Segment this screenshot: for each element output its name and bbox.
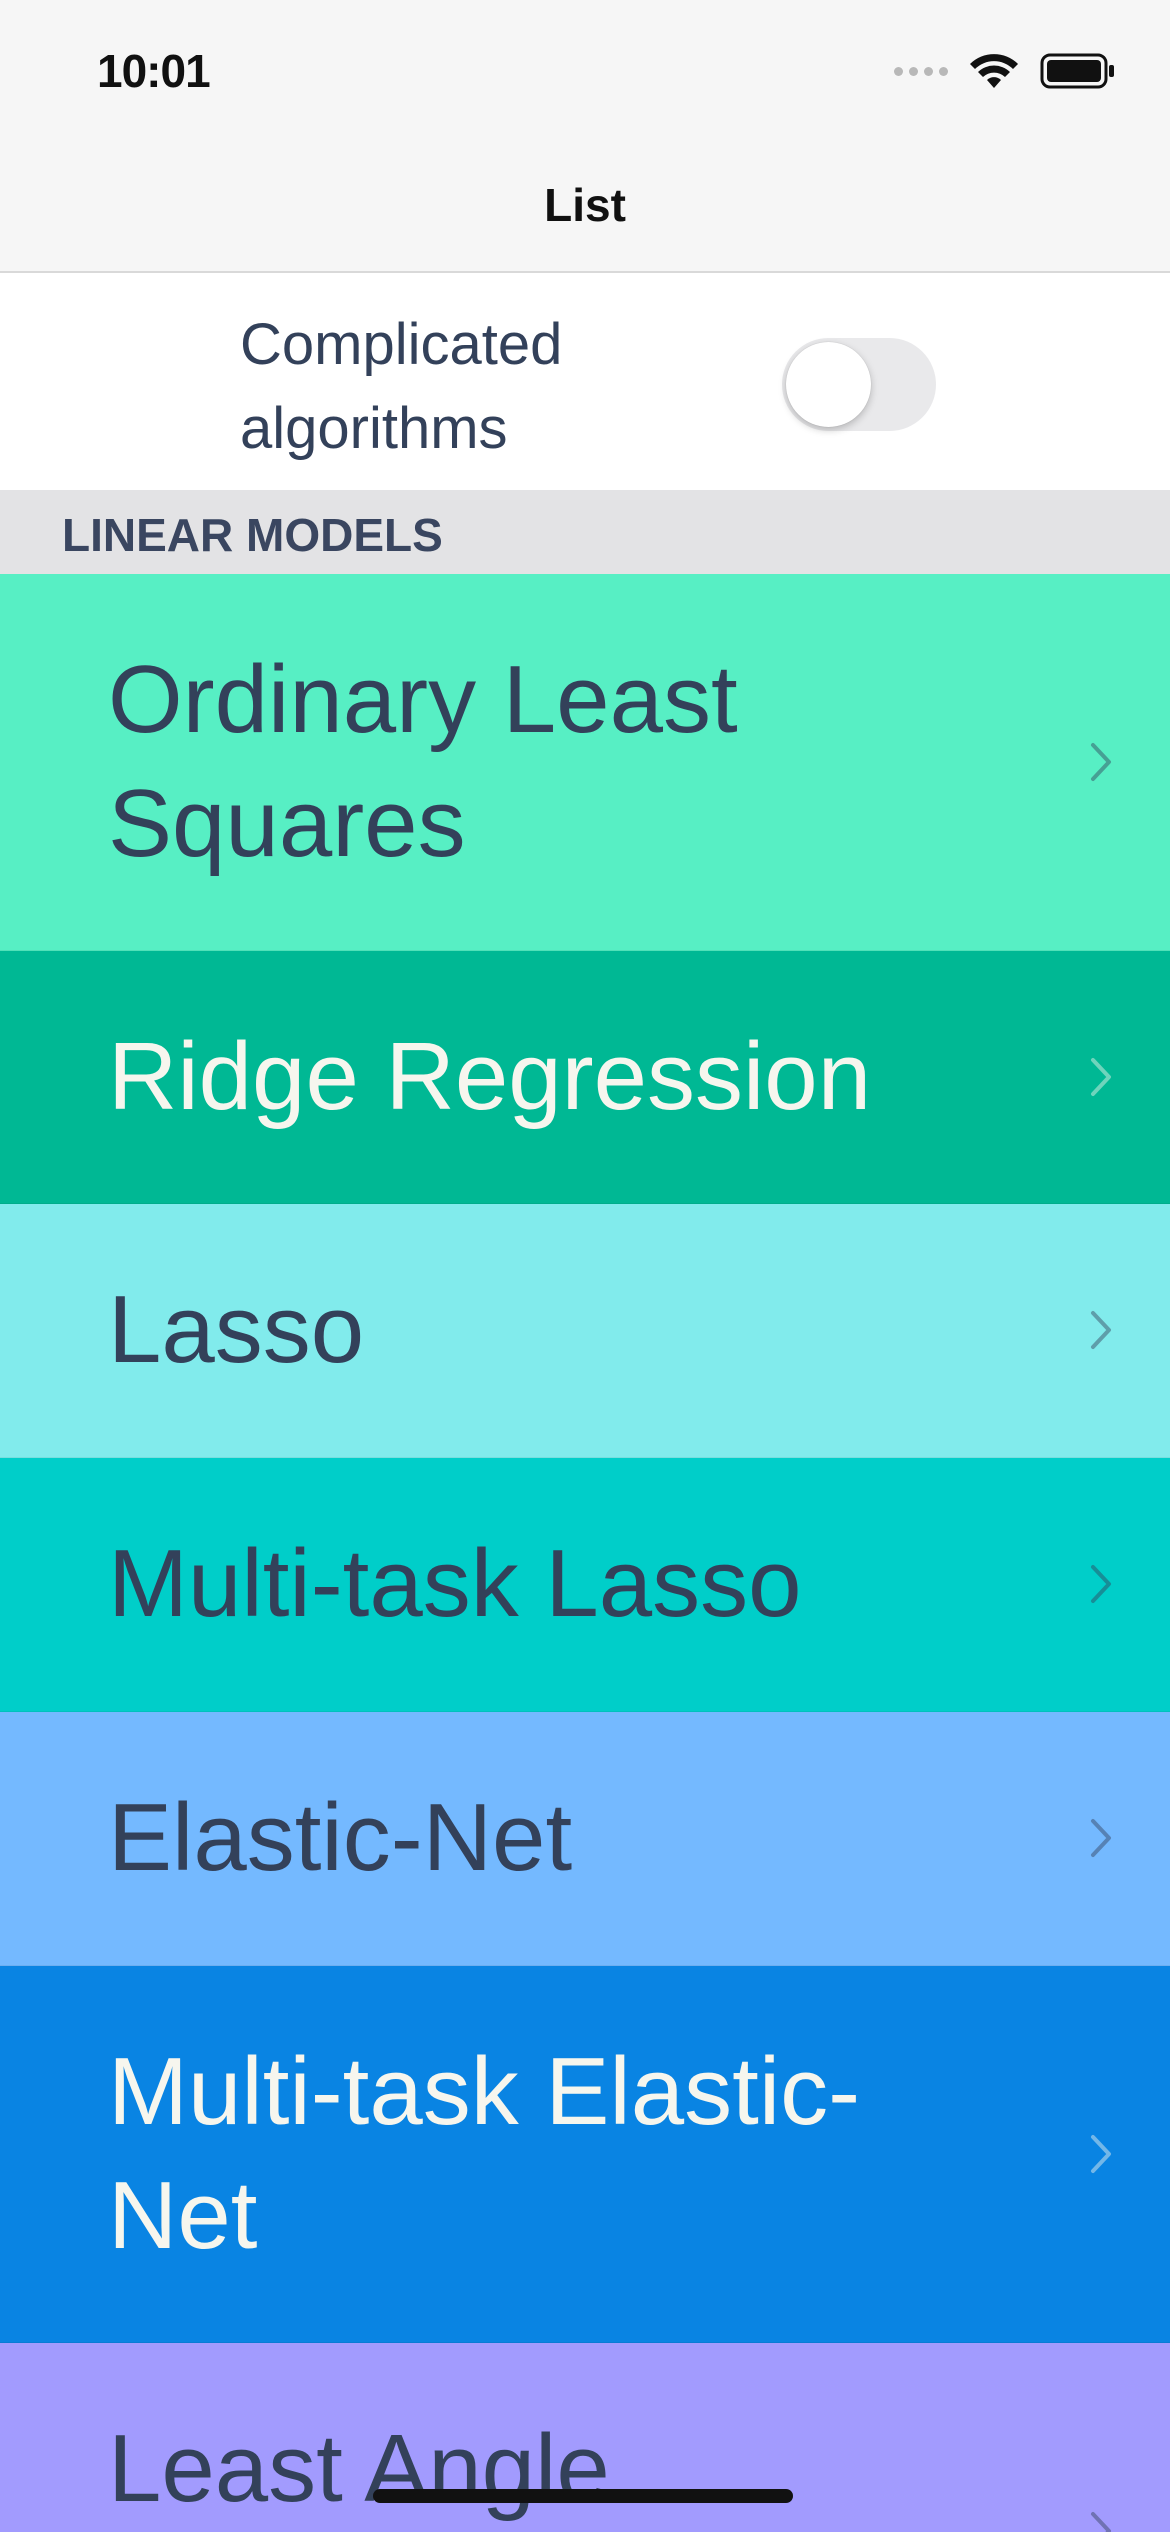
chevron-right-icon [1091,2135,1111,2173]
status-icons [894,52,1116,90]
page-title: List [544,179,626,231]
list-item-label: Elastic-Net [108,1784,573,1891]
toggle-row: Complicated algorithms [0,273,1170,490]
navigation-bar: 10:01 List [0,0,1170,273]
list-item-label: Ridge Regression [108,1023,872,1130]
battery-icon [1040,53,1114,89]
list-item-label: Multi-task Lasso [108,1530,802,1637]
list-item[interactable]: Least Angle [0,2343,1170,2532]
signal-dots-icon [894,66,948,76]
chevron-right-icon [1091,1565,1111,1603]
complicated-algorithms-switch[interactable] [782,338,936,431]
chevron-right-icon [1091,1819,1111,1857]
list-item[interactable]: Elastic-Net [0,1712,1170,1966]
list-item[interactable]: Ordinary Least Squares [0,574,1170,951]
list-item[interactable]: Multi-task Lasso [0,1458,1170,1712]
list-item-label: Ordinary Least Squares [108,646,738,877]
toggle-label: Complicated algorithms [240,312,563,461]
list-item-label: Least Angle [108,2415,610,2522]
switch-knob [786,342,871,427]
list-item-label: Lasso [108,1276,365,1383]
wifi-icon [970,54,1018,88]
list-item[interactable]: Lasso [0,1204,1170,1458]
chevron-right-icon [1091,1311,1111,1349]
chevron-right-icon [1091,2512,1111,2532]
list-item-label: Multi-task Elastic-Net [108,2038,861,2269]
chevron-right-icon [1091,1058,1111,1096]
section-title: LINEAR MODELS [62,509,443,561]
list-item[interactable]: Ridge Regression [0,951,1170,1204]
home-indicator[interactable] [373,2489,793,2503]
section-header: LINEAR MODELS [0,490,1170,574]
app-screen: 10:01 List Complicated algorithms LINEAR… [0,0,1170,2532]
chevron-right-icon [1091,743,1111,781]
list-item[interactable]: Multi-task Elastic-Net [0,1966,1170,2343]
status-time: 10:01 [97,45,211,97]
